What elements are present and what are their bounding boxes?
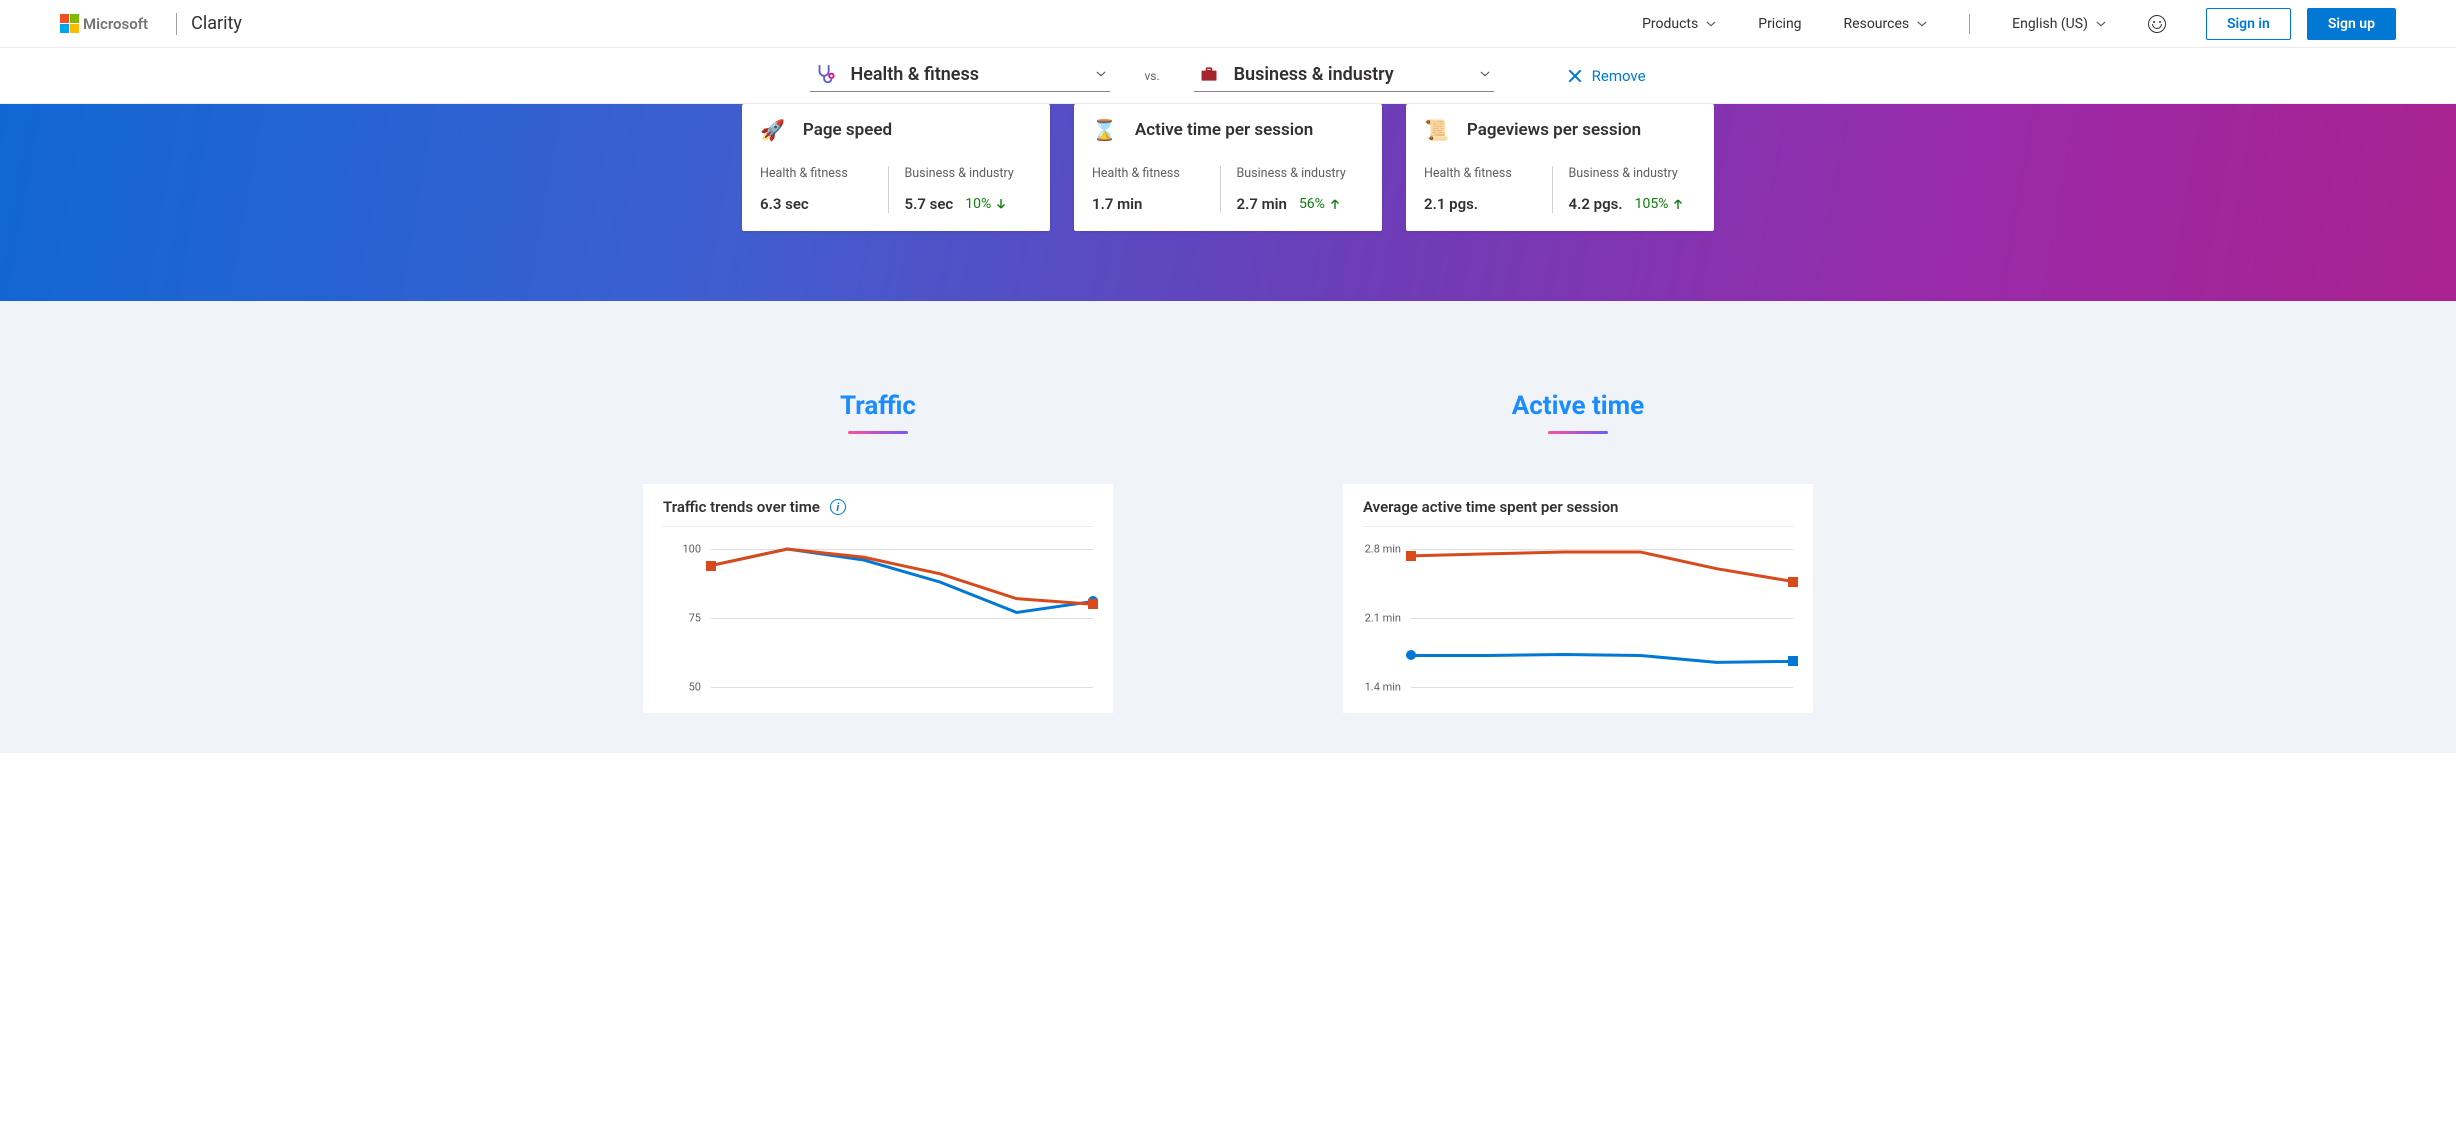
product-name[interactable]: Clarity <box>191 13 242 34</box>
nav-resources-label: Resources <box>1844 16 1910 32</box>
traffic-section: Traffic Traffic trends over time i 100 75… <box>643 391 1113 713</box>
compare-right-label: Business & industry <box>1234 64 1394 85</box>
nav-products[interactable]: Products <box>1642 16 1716 32</box>
card-title: Page speed <box>803 120 892 140</box>
card-left-cat: Health & fitness <box>760 166 888 181</box>
card-delta: 105% <box>1635 196 1685 212</box>
chevron-down-icon <box>2096 19 2106 29</box>
card-icon: ⌛ <box>1092 118 1117 142</box>
chevron-down-icon <box>1480 69 1490 79</box>
chart-marker <box>1406 551 1416 561</box>
auth-buttons: Sign in Sign up <box>2206 8 2396 40</box>
series-line <box>1411 654 1793 662</box>
card-right-val: 4.2 pgs. <box>1569 195 1623 213</box>
activetime-title: Active time <box>1512 391 1644 421</box>
activetime-section: Active time Average active time spent pe… <box>1343 391 1813 713</box>
brand-divider <box>176 13 177 35</box>
ytick: 2.8 min <box>1363 543 1401 556</box>
chevron-down-icon <box>1706 19 1716 29</box>
microsoft-icon <box>60 14 79 33</box>
nav-separator <box>1969 14 1970 34</box>
close-icon <box>1568 69 1582 83</box>
card-delta: 10% <box>965 196 1007 212</box>
chart-marker <box>1406 650 1416 660</box>
card-delta: 56% <box>1299 196 1341 212</box>
signin-button[interactable]: Sign in <box>2206 8 2291 40</box>
ytick: 1.4 min <box>1363 681 1401 694</box>
metric-card: ⌛ Active time per session Health & fitness… <box>1074 104 1382 231</box>
chevron-down-icon <box>1096 69 1106 79</box>
microsoft-logo[interactable]: Microsoft <box>60 14 148 33</box>
card-title: Pageviews per session <box>1467 120 1641 140</box>
briefcase-icon <box>1198 63 1220 85</box>
card-icon: 🚀 <box>760 118 785 142</box>
traffic-chart-title: Traffic trends over time <box>663 498 820 516</box>
activetime-chart: 2.8 min 2.1 min 1.4 min <box>1363 543 1793 693</box>
compare-left-label: Health & fitness <box>850 64 979 85</box>
traffic-chart: 100 75 50 <box>663 543 1093 693</box>
ytick: 100 <box>663 543 701 556</box>
activetime-chart-title: Average active time spent per session <box>1363 498 1618 516</box>
series-line <box>711 549 1093 612</box>
stethoscope-icon <box>814 63 836 85</box>
card-left-val: 1.7 min <box>1092 195 1142 213</box>
traffic-title: Traffic <box>840 391 916 421</box>
top-nav: Microsoft Clarity Products Pricing Resou… <box>0 0 2456 48</box>
nav-products-label: Products <box>1642 16 1698 32</box>
nav-pricing[interactable]: Pricing <box>1758 16 1801 32</box>
feedback-icon[interactable] <box>2148 15 2166 33</box>
traffic-chart-card: Traffic trends over time i 100 75 50 <box>643 484 1113 713</box>
chart-marker <box>706 561 716 571</box>
card-right-cat: Business & industry <box>1569 166 1697 181</box>
card-icon: 📜 <box>1424 118 1449 142</box>
nav-items: Products Pricing Resources English (US) <box>1642 14 2166 34</box>
nav-language[interactable]: English (US) <box>2012 16 2106 32</box>
chevron-down-icon <box>1917 19 1927 29</box>
metric-cards: 🚀 Page speed Health & fitness 6.3 sec Busine… <box>0 104 2456 231</box>
underline <box>848 431 908 434</box>
card-left-val: 6.3 sec <box>760 195 809 213</box>
compare-vs: vs. <box>1144 69 1159 83</box>
info-icon[interactable]: i <box>830 499 846 515</box>
card-right-val: 5.7 sec <box>905 195 954 213</box>
lower-section: Traffic Traffic trends over time i 100 75… <box>0 301 2456 753</box>
remove-button[interactable]: Remove <box>1568 67 1646 85</box>
compare-left-selector[interactable]: Health & fitness <box>810 59 1110 92</box>
nav-language-label: English (US) <box>2012 16 2088 32</box>
card-title: Active time per session <box>1135 120 1313 140</box>
card-left-cat: Health & fitness <box>1424 166 1552 181</box>
card-left-cat: Health & fitness <box>1092 166 1220 181</box>
remove-label: Remove <box>1592 67 1646 85</box>
compare-right-selector[interactable]: Business & industry <box>1194 59 1494 92</box>
nav-resources[interactable]: Resources <box>1844 16 1928 32</box>
series-line <box>711 549 1093 604</box>
card-left-val: 2.1 pgs. <box>1424 195 1478 213</box>
chart-marker <box>1788 656 1798 666</box>
card-right-cat: Business & industry <box>1237 166 1365 181</box>
microsoft-word: Microsoft <box>83 15 148 33</box>
card-right-cat: Business & industry <box>905 166 1033 181</box>
activetime-chart-card: Average active time spent per session 2.… <box>1343 484 1813 713</box>
series-line <box>1411 552 1793 582</box>
chart-marker <box>1088 599 1098 609</box>
nav-pricing-label: Pricing <box>1758 16 1801 32</box>
compare-bar: Health & fitness vs. Business & industry… <box>0 48 2456 104</box>
metric-card: 📜 Pageviews per session Health & fitness 2.… <box>1406 104 1714 231</box>
ytick: 75 <box>663 612 701 625</box>
signup-button[interactable]: Sign up <box>2307 8 2396 40</box>
underline <box>1548 431 1608 434</box>
metric-card: 🚀 Page speed Health & fitness 6.3 sec Busine… <box>742 104 1050 231</box>
ytick: 50 <box>663 681 701 694</box>
ytick: 2.1 min <box>1363 612 1401 625</box>
card-right-val: 2.7 min <box>1237 195 1287 213</box>
chart-marker <box>1788 577 1798 587</box>
hero-section: 🚀 Page speed Health & fitness 6.3 sec Busine… <box>0 104 2456 301</box>
